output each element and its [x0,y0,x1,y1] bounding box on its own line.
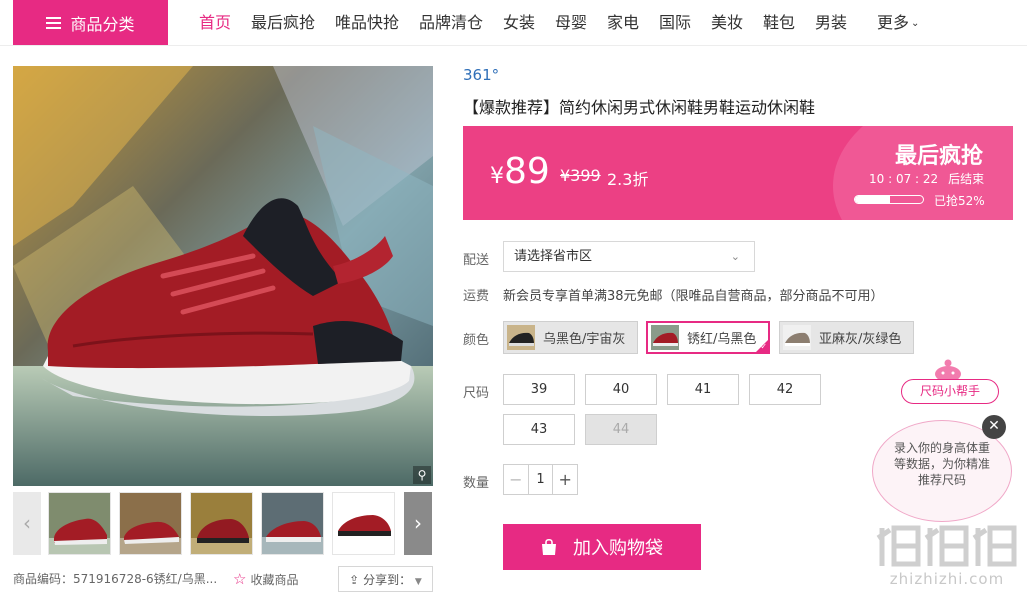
selected-check-icon [755,339,770,353]
quantity-decrease-button[interactable]: − [504,465,529,494]
nav-link-appliances[interactable]: 家电 [607,0,639,45]
watermark-logo [876,525,1017,567]
sold-progress-fill [855,196,891,203]
quantity-value[interactable]: 1 [529,465,553,494]
sale-price-amount: 89 [504,151,550,192]
top-nav: 商品分类 首页 最后疯抢 唯品快抢 品牌清仓 女装 母婴 家电 国际 美妆 鞋包… [0,0,1027,46]
sold-percentage: 已抢52% [934,194,985,208]
color-swatch-linen-gray [783,325,811,350]
size-helper-button[interactable]: 尺码小帮手 [901,379,999,404]
add-to-cart-button[interactable]: 加入购物袋 [503,524,701,570]
sold-progress-bar [854,195,924,204]
quantity-increase-button[interactable]: + [552,465,577,494]
quantity-label: 数量 [463,476,490,491]
product-main-image[interactable]: ⚲ [13,66,433,486]
share-dropdown[interactable]: ⇪ 分享到： ▼ [338,566,433,592]
chevron-down-icon: ⌄ [911,18,920,29]
thumb-prev-button[interactable]: ‹ [13,492,41,555]
currency-symbol: ¥ [490,164,504,189]
countdown-suffix: 后结束 [948,172,985,186]
sneaker-photo [13,66,433,486]
thumb-sneaker-1 [49,493,110,554]
menu-icon [46,16,62,29]
size-helper-close-button[interactable]: ✕ [982,415,1006,439]
add-to-cart-label: 加入购物袋 [573,538,663,559]
shipping-info: 新会员专享首单满38元免邮（限唯品自营商品，部分商品不可用） [503,289,884,304]
thumb-image-4[interactable] [261,492,324,555]
product-title: 【爆款推荐】简约休闲男式休闲鞋男鞋运动休闲鞋 [463,98,816,117]
countdown-time: 10 : 07 : 22 [869,172,939,186]
nav-link-flash-sale[interactable]: 唯品快抢 [335,0,399,45]
nav-more-dropdown[interactable]: 更多 ⌄ [877,0,919,45]
size-option-44: 44 [585,414,657,445]
countdown-timer: 10 : 07 : 22 后结束 [869,170,984,187]
size-option-41[interactable]: 41 [667,374,739,405]
sale-price: ¥89 [490,151,550,192]
favorite-label: 收藏商品 [250,573,299,587]
thumb-image-2[interactable] [119,492,182,555]
color-label: 颜色 [463,333,490,348]
nav-link-home[interactable]: 首页 [199,0,231,45]
size-helper-text: 录入你的身高体重等数据，为你精准推荐尺码 [893,441,990,487]
category-menu-label: 商品分类 [70,14,135,34]
color-swatch-black-gray [507,325,535,350]
star-icon: ☆ [233,570,247,588]
color-option-linen-gray[interactable]: 亚麻灰/灰绿色 [779,321,915,354]
size-label: 尺码 [463,386,490,401]
thumb-sneaker-3 [191,493,252,554]
region-select[interactable]: 请选择省市区 ⌄ [503,241,755,272]
favorite-button[interactable]: ☆ 收藏商品 [233,566,298,592]
size-option-43[interactable]: 43 [503,414,575,445]
nav-link-shoes-bags[interactable]: 鞋包 [763,0,795,45]
promo-title: 最后疯抢 [894,144,983,169]
shipping-label: 运费 [463,289,490,304]
nav-link-baby[interactable]: 母婴 [555,0,587,45]
nav-link-men[interactable]: 男装 [815,0,847,45]
color-option-black-gray[interactable]: 乌黑色/宇宙灰 [503,321,639,354]
brand-name[interactable]: 361° [463,66,499,84]
discount-rate: 2.3折 [607,170,649,189]
thumb-next-button[interactable]: › [404,492,432,555]
thumb-image-3[interactable] [190,492,253,555]
share-label: 分享到： [363,573,412,587]
product-sku-code: 商品编码：571916728-6锈红/乌黑... [13,572,218,586]
size-option-42[interactable]: 42 [749,374,821,405]
original-price: ¥399 [560,166,601,185]
nav-more-label: 更多 [877,13,910,32]
watermark-url: zhizhizhi.com [889,570,1005,588]
size-option-39[interactable]: 39 [503,374,575,405]
color-option-label: 乌黑色/宇宙灰 [543,332,626,347]
price-promo-box: ¥89 ¥399 2.3折 最后疯抢 10 : 07 : 22 后结束 已抢52% [463,126,1013,220]
nav-link-last-rush[interactable]: 最后疯抢 [251,0,315,45]
color-option-label: 亚麻灰/灰绿色 [819,332,902,347]
color-option-rust-red[interactable]: 锈红/乌黑色 [646,321,771,354]
color-swatch-rust-red [651,325,679,350]
region-select-value: 请选择省市区 [514,249,593,264]
caret-down-icon: ▼ [414,577,422,587]
shopping-bag-icon [542,538,556,555]
thumb-sneaker-4 [262,493,323,554]
category-menu-button[interactable]: 商品分类 [13,0,168,45]
share-icon: ⇪ [349,573,360,587]
size-option-40[interactable]: 40 [585,374,657,405]
chevron-down-icon: ⌄ [730,250,740,263]
zoom-icon[interactable]: ⚲ [413,466,431,484]
nav-link-brand-clearance[interactable]: 品牌清仓 [419,0,483,45]
quantity-stepper: − 1 + [503,464,578,495]
nav-link-women[interactable]: 女装 [503,0,535,45]
nav-link-international[interactable]: 国际 [659,0,691,45]
thumb-image-5[interactable] [332,492,395,555]
thumb-sneaker-2 [120,493,181,554]
thumb-image-1[interactable] [48,492,111,555]
nav-link-beauty[interactable]: 美妆 [711,0,743,45]
delivery-label: 配送 [463,253,490,268]
thumb-sneaker-5 [333,493,394,554]
